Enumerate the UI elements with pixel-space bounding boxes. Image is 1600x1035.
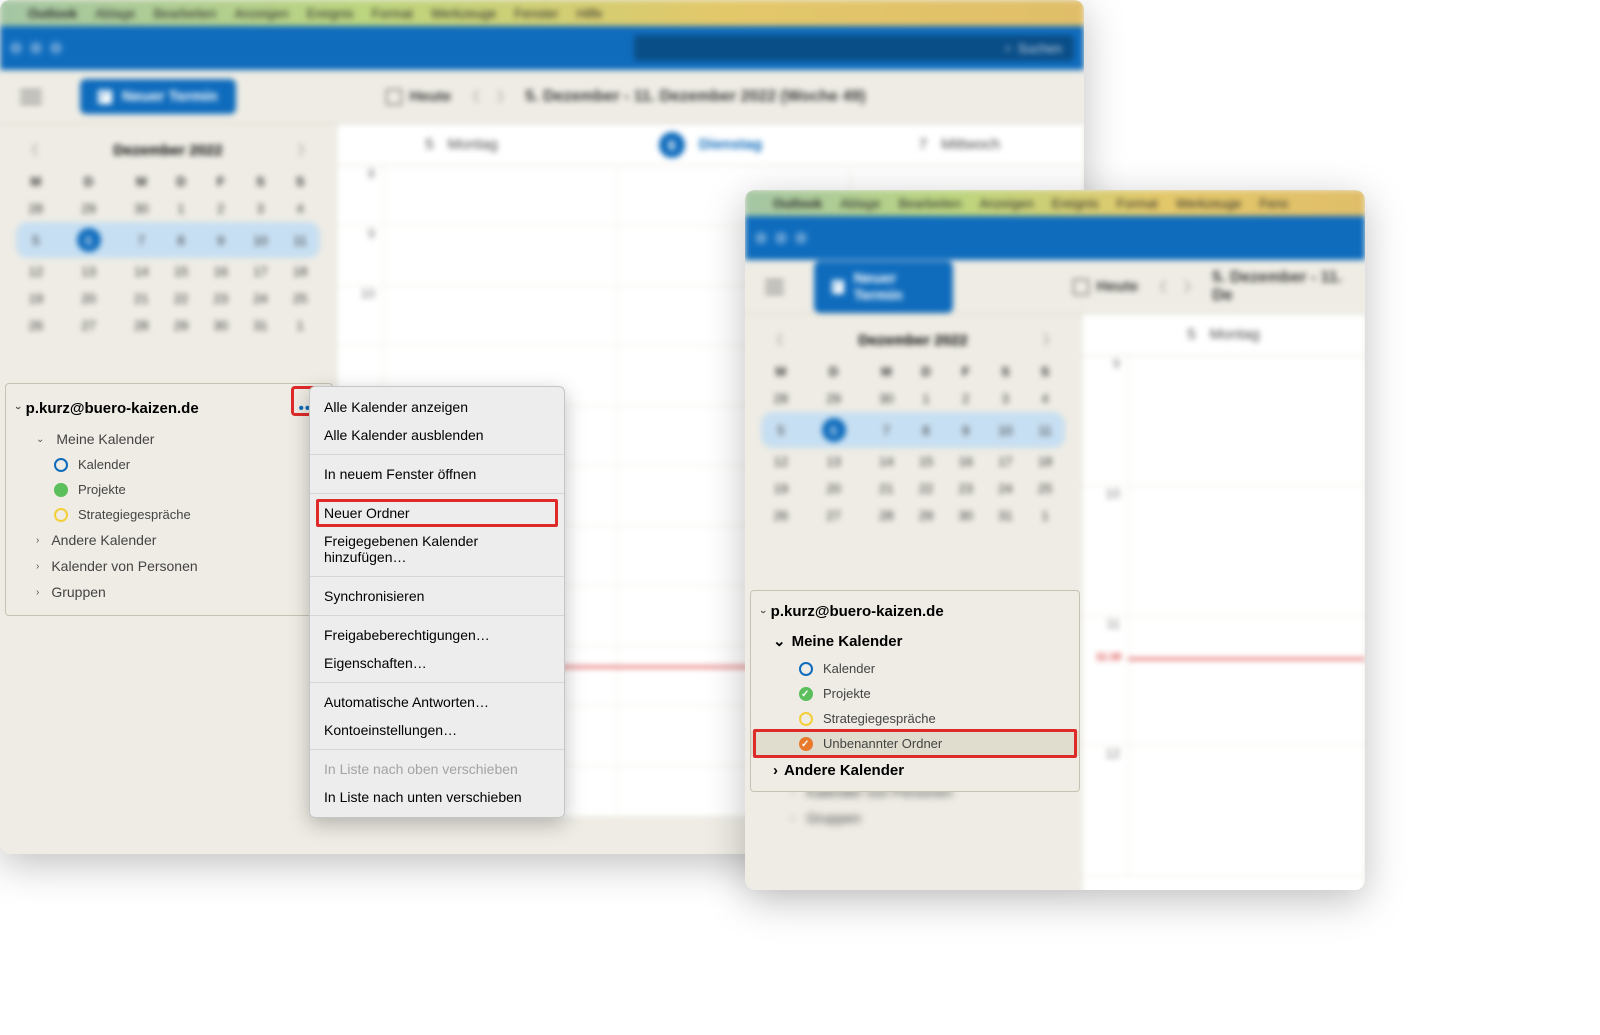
date-range-label: 5. Dezember - 11. De (1212, 269, 1345, 305)
calendar-color-icon (799, 662, 813, 676)
window-controls[interactable] (755, 232, 807, 244)
calendar-group-other[interactable]: ›Andere Kalender (6, 527, 332, 553)
calendar-toolbar: Neuer Termin Heute 〈 〉 5. Dezember - 11.… (0, 70, 1084, 124)
annotation-highlight-new-folder-row (753, 729, 1077, 758)
menubar-item[interactable]: Ereignis (307, 6, 354, 21)
calendar-item[interactable]: Kalender (751, 656, 1079, 681)
calendar-icon (386, 89, 402, 105)
menubar-item[interactable]: Anzeigen (234, 6, 288, 21)
menu-item-auto-replies[interactable]: Automatische Antworten… (310, 688, 564, 716)
chevron-right-icon: › (36, 587, 39, 598)
next-week-button[interactable]: 〉 (1180, 277, 1202, 297)
minical-nav: 〈 Dezember 2022 〉 (16, 136, 320, 164)
new-event-button[interactable]: Neuer Termin (814, 261, 953, 313)
calendar-item[interactable]: Projekte (751, 681, 1079, 706)
search-placeholder: Suchen (1018, 41, 1062, 56)
chevron-down-icon: ⌄ (36, 434, 44, 445)
week-grid[interactable]: 5Montag 9 10 11 12 11:18 (1081, 314, 1365, 890)
account-context-menu: Alle Kalender anzeigen Alle Kalender aus… (309, 386, 565, 818)
calendar-color-icon (54, 483, 68, 497)
search-icon: ⌕ (1005, 40, 1012, 56)
menubar-item[interactable]: Bearbeiten (154, 6, 217, 21)
calendar-color-icon (799, 687, 813, 701)
menubar-appname[interactable]: Outlook (28, 6, 77, 21)
mini-calendar[interactable]: MDMDFSS 2829301234 567891011 12131415161… (761, 358, 1065, 529)
menu-item-show-all[interactable]: Alle Kalender anzeigen (310, 393, 564, 421)
current-time-indicator (1128, 658, 1365, 660)
close-window-button[interactable] (10, 42, 22, 54)
menu-item-sync[interactable]: Synchronisieren (310, 582, 564, 610)
mini-calendar[interactable]: MDMDFSS 2829301234 567891011 12131415161… (16, 168, 320, 339)
chevron-right-icon: › (36, 561, 39, 572)
window-controls[interactable] (10, 42, 62, 54)
zoom-window-button[interactable] (50, 42, 62, 54)
minimize-window-button[interactable] (30, 42, 42, 54)
date-range-label: 5. Dezember - 11. Dezember 2022 (Woche 4… (525, 88, 865, 106)
calendar-item[interactable]: Kalender (6, 452, 332, 477)
calendar-account-panel: ›p.kurz@buero-kaizen.de ••• ⌄ Meine Kale… (5, 383, 333, 616)
calendar-group-my[interactable]: ⌄ Meine Kalender (6, 426, 332, 452)
new-event-label: Neuer Termin (122, 88, 218, 105)
menubar-item[interactable]: Werkzeuge (431, 6, 497, 21)
search-box[interactable]: ⌕ Suchen (634, 35, 1074, 61)
sidebar-toggle-icon[interactable] (765, 280, 784, 294)
window-titlebar: ⌕ Suchen (0, 26, 1084, 70)
today-button[interactable]: Heute (1073, 278, 1139, 295)
prev-week-button[interactable]: 〈 (461, 87, 483, 107)
chevron-right-icon: › (773, 762, 778, 779)
prev-week-button[interactable]: 〈 (1148, 277, 1170, 297)
menu-item-account-settings[interactable]: Kontoeinstellungen… (310, 716, 564, 744)
calendar-group-other[interactable]: › Andere Kalender (751, 756, 1079, 785)
annotation-highlight-new-folder (316, 499, 558, 527)
calendar-toolbar: Neuer Termin Heute 〈 〉 5. Dezember - 11.… (745, 260, 1365, 314)
menu-item-share-permissions[interactable]: Freigabeberechtigungen… (310, 621, 564, 649)
current-time-label: 11:18 (1082, 652, 1127, 663)
menu-item-new-folder[interactable]: Neuer Ordner (310, 499, 564, 527)
calendar-color-icon (799, 712, 813, 726)
calendar-icon (1073, 279, 1089, 295)
menubar-item[interactable]: Format (372, 6, 413, 21)
calendar-account-panel: ›p.kurz@buero-kaizen.de ⌄ Meine Kalender… (750, 590, 1080, 792)
calendar-account-row[interactable]: ›p.kurz@buero-kaizen.de ••• (6, 390, 332, 426)
calendar-group-my[interactable]: ⌄ Meine Kalender (751, 626, 1079, 656)
menubar-item[interactable]: Hilfe (576, 6, 602, 21)
new-event-icon (98, 90, 112, 104)
mac-menubar[interactable]: Outlook Ablage Bearbeiten Anzeigen Ereig… (0, 0, 1084, 26)
calendar-item[interactable]: Strategiegespräche (751, 706, 1079, 731)
menu-item-properties[interactable]: Eigenschaften… (310, 649, 564, 677)
next-week-button[interactable]: 〉 (493, 87, 515, 107)
chevron-down-icon: ⌄ (773, 632, 786, 650)
menubar-item[interactable]: Ablage (95, 6, 135, 21)
calendar-item[interactable]: Strategiegespräche (6, 502, 332, 527)
calendar-group-groups[interactable]: ›Gruppen (6, 579, 332, 605)
account-email: p.kurz@buero-kaizen.de (26, 400, 199, 417)
today-button[interactable]: Heute (386, 88, 452, 105)
menu-item-open-new-window[interactable]: In neuem Fenster öffnen (310, 460, 564, 488)
calendar-account-row[interactable]: ›p.kurz@buero-kaizen.de (751, 597, 1079, 626)
new-event-icon (832, 280, 844, 294)
mac-menubar[interactable]: Outlook Ablage Bearbeiten Anzeigen Ereig… (745, 190, 1365, 216)
menu-item-move-down[interactable]: In Liste nach unten verschieben (310, 783, 564, 811)
chevron-down-icon: › (757, 610, 769, 614)
menu-item-hide-all[interactable]: Alle Kalender ausblenden (310, 421, 564, 449)
day-header-row: 5Montag 6Dienstag 7Mittwoch (337, 124, 1084, 166)
chevron-right-icon: › (36, 535, 39, 546)
calendar-color-icon (54, 458, 68, 472)
calendar-item-new-folder[interactable]: Unbenannter Ordner (751, 731, 1079, 756)
outlook-window-2: Outlook Ablage Bearbeiten Anzeigen Ereig… (745, 190, 1365, 890)
minical-title: Dezember 2022 (113, 142, 222, 159)
menubar-item[interactable]: Fenster (514, 6, 558, 21)
new-event-button[interactable]: Neuer Termin (80, 79, 236, 114)
menu-item-add-shared-calendar[interactable]: Freigegebenen Kalender hinzufügen… (310, 527, 564, 571)
menu-item-move-up: In Liste nach oben verschieben (310, 755, 564, 783)
calendar-group-people[interactable]: ›Kalender von Personen (6, 553, 332, 579)
minical-prev-button[interactable]: 〈 (24, 140, 38, 160)
sidebar-toggle-icon[interactable] (20, 90, 42, 104)
chevron-down-icon: › (12, 406, 24, 410)
window-titlebar (745, 216, 1365, 260)
calendar-color-icon (54, 508, 68, 522)
calendar-item[interactable]: Projekte (6, 477, 332, 502)
minical-next-button[interactable]: 〉 (298, 140, 312, 160)
account-email: p.kurz@buero-kaizen.de (771, 603, 944, 620)
